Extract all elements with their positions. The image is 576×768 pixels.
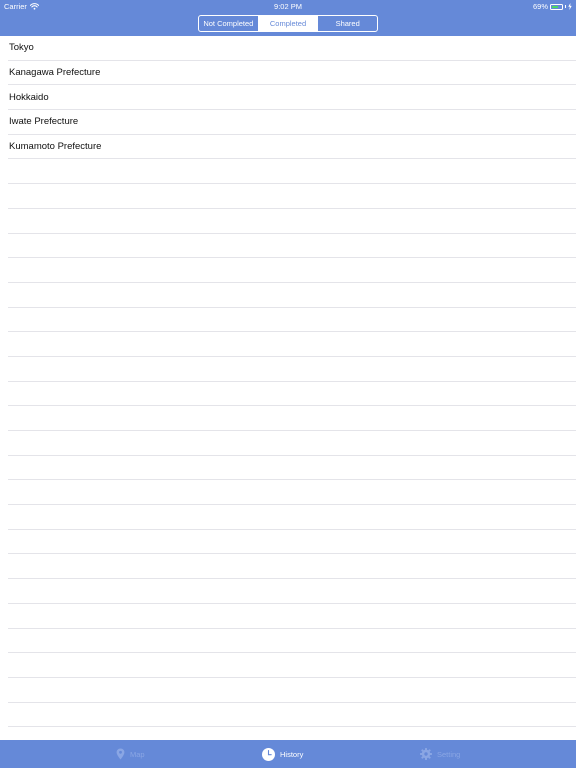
empty-row — [8, 209, 576, 234]
list-item-label: Tokyo — [9, 42, 34, 54]
tab-setting[interactable]: Setting — [420, 740, 460, 768]
list-item-label: Hokkaido — [9, 91, 49, 103]
empty-row — [8, 653, 576, 678]
list-item[interactable]: Kumamoto Prefecture — [8, 135, 576, 160]
segment-not-completed[interactable]: Not Completed — [199, 16, 258, 31]
segment-completed[interactable]: Completed — [257, 16, 318, 31]
charging-icon — [568, 3, 572, 10]
status-right: 69% — [533, 2, 572, 11]
battery-fill — [552, 5, 559, 8]
list-item-label: Kanagawa Prefecture — [9, 67, 101, 79]
segment-shared[interactable]: Shared — [317, 16, 377, 31]
tab-setting-label: Setting — [437, 749, 461, 759]
gear-icon — [420, 748, 432, 760]
list-item[interactable]: Tokyo — [8, 36, 576, 61]
tab-map-label: Map — [130, 749, 145, 759]
pin-icon — [116, 748, 125, 760]
battery-percent: 69% — [532, 2, 548, 11]
empty-row — [8, 431, 576, 456]
empty-row — [8, 554, 576, 580]
filter-segmented-control: Not Completed Completed Shared — [198, 15, 378, 32]
list-item[interactable]: Hokkaido — [8, 85, 576, 111]
list-item-label: Iwate Prefecture — [9, 116, 79, 128]
empty-row — [8, 234, 576, 259]
list-item[interactable]: Kanagawa Prefecture — [8, 61, 576, 86]
list-item-label: Kumamoto Prefecture — [9, 141, 102, 153]
empty-row — [8, 159, 576, 185]
empty-row — [8, 382, 576, 407]
tab-history[interactable]: History — [262, 740, 303, 768]
empty-row — [8, 678, 576, 703]
clock-icon — [262, 747, 275, 761]
empty-row — [8, 703, 576, 728]
tab-map[interactable]: Map — [116, 740, 145, 768]
history-list: Tokyo Kanagawa Prefecture Hokkaido Iwate… — [0, 36, 576, 740]
empty-row — [8, 456, 576, 481]
empty-row — [8, 530, 576, 555]
empty-row — [8, 332, 576, 357]
empty-row — [8, 406, 576, 431]
battery-icon — [550, 3, 563, 10]
empty-row — [8, 283, 576, 308]
empty-row — [8, 184, 576, 209]
empty-row — [8, 258, 576, 283]
status-time: 9:02 PM — [274, 2, 302, 11]
empty-row — [8, 505, 576, 530]
empty-row — [8, 629, 576, 654]
empty-row — [8, 604, 576, 629]
status-bar: Carrier 9:02 PM 69% — [0, 0, 576, 12]
battery-tip — [565, 5, 566, 8]
empty-row — [8, 579, 576, 604]
list-item[interactable]: Iwate Prefecture — [8, 110, 576, 135]
empty-row — [8, 357, 576, 382]
tab-bar: Map History Setting — [0, 740, 576, 768]
navigation-header: Carrier 9:02 PM 69% Not Completed Comple… — [0, 0, 576, 36]
empty-row — [8, 480, 576, 506]
tab-history-label: History — [280, 749, 304, 759]
empty-row — [8, 308, 576, 333]
